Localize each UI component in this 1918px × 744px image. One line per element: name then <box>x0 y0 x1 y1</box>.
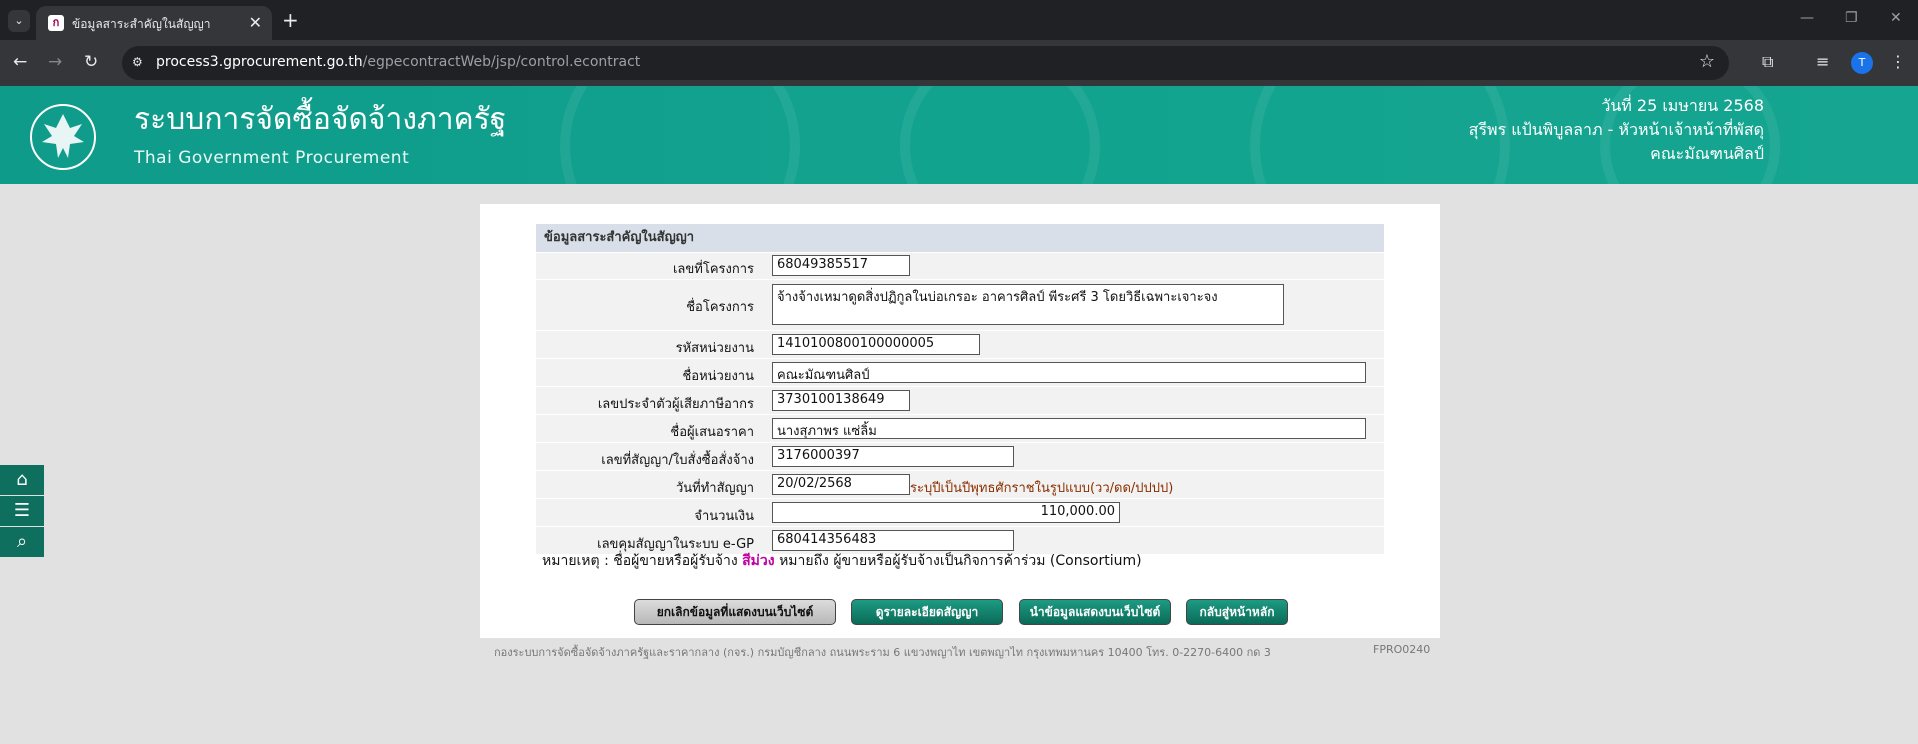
bookmark-star-icon[interactable]: ☆ <box>1699 51 1715 72</box>
field-label: เลขประจำตัวผู้เสียภาษีอากร <box>597 397 754 412</box>
cancel-publish-button[interactable]: ยกเลิกข้อมูลที่แสดงบนเว็บไซต์ <box>634 599 836 625</box>
profile-avatar[interactable]: T <box>1851 52 1873 74</box>
form-row: ชื่อโครงการ จ้างจ้างเหมาดูดสิ่งปฏิกูลในบ… <box>536 279 1384 330</box>
form-row: เลขประจำตัวผู้เสียภาษีอากร 3730100138649 <box>536 386 1384 414</box>
field-label: ชื่อหน่วยงาน <box>682 369 754 384</box>
restore-icon[interactable]: ❐ <box>1845 10 1858 26</box>
url-text[interactable]: process3.gprocurement.go.th/egpecontract… <box>156 54 640 70</box>
contract-info-form: ข้อมูลสาระสำคัญในสัญญา เลขที่โครงการ 680… <box>536 224 1384 554</box>
window-close-icon[interactable]: ✕ <box>1890 10 1902 26</box>
form-row: ชื่อผู้เสนอราคา นางสุภาพร แซ่ลิ้ม <box>536 414 1384 442</box>
media-controls-icon[interactable]: ≡ <box>1816 52 1829 71</box>
browser-tab[interactable]: ก ข้อมูลสาระสำคัญในสัญญา ✕ <box>36 6 272 40</box>
reload-icon[interactable]: ↻ <box>84 52 98 72</box>
site-info-icon[interactable]: ⚙ <box>132 55 148 71</box>
forward-icon[interactable]: → <box>48 52 62 72</box>
contract-number-field[interactable]: 3176000397 <box>772 446 1014 467</box>
view-contract-button[interactable]: ดูรายละเอียดสัญญา <box>851 599 1003 625</box>
more-menu-icon[interactable]: ⋮ <box>1890 52 1906 71</box>
form-row: เลขที่โครงการ 68049385517 <box>536 252 1384 279</box>
form-row: จำนวนเงิน 110,000.00 <box>536 498 1384 526</box>
tab-search-chevron-icon[interactable]: ⌄ <box>8 10 30 32</box>
agency-name-field[interactable]: คณะมัณฑนศิลป์ <box>772 362 1366 383</box>
minimize-icon[interactable]: — <box>1800 10 1814 26</box>
footer-text: กองระบบการจัดซื้อจัดจ้างภาครัฐและราคากลา… <box>494 646 1271 659</box>
form-row: ชื่อหน่วยงาน คณะมัณฑนศิลป์ <box>536 358 1384 386</box>
bidder-name-field[interactable]: นางสุภาพร แซ่ลิ้ม <box>772 418 1366 439</box>
publish-button[interactable]: นำข้อมูลแสดงบนเว็บไซต์ <box>1019 599 1171 625</box>
home-icon[interactable]: ⌂ <box>0 465 44 496</box>
form-row: รหัสหน่วยงาน 1410100800100000005 <box>536 330 1384 358</box>
search-icon[interactable]: ⌕ <box>0 527 44 558</box>
favicon-icon: ก <box>48 15 64 31</box>
address-bar[interactable]: ⚙ process3.gprocurement.go.th/egpecontra… <box>122 46 1729 80</box>
tab-title: ข้อมูลสาระสำคัญในสัญญา <box>72 17 211 31</box>
field-label: เลขที่สัญญา/ใบสั่งซื้อสั่งจ้าง <box>601 453 754 468</box>
form-row: เลขที่สัญญา/ใบสั่งซื้อสั่งจ้าง 317600039… <box>536 442 1384 470</box>
purple-label: สีม่วง <box>742 553 775 569</box>
user-organization: คณะมัณฑนศิลป์ <box>1650 144 1764 163</box>
form-heading: ข้อมูลสาระสำคัญในสัญญา <box>536 224 1384 252</box>
new-tab-icon[interactable]: + <box>282 8 299 32</box>
menu-icon[interactable]: ☰ <box>0 496 44 527</box>
back-home-button[interactable]: กลับสู่หน้าหลัก <box>1186 599 1288 625</box>
contract-date-field[interactable]: 20/02/2568 <box>772 474 910 495</box>
amount-field[interactable]: 110,000.00 <box>772 502 1120 523</box>
field-label: เลขที่โครงการ <box>672 262 754 277</box>
date-format-hint: ระบุปีเป็นปีพุทธศักราชในรูปแบบ(วว/ดด/ปปป… <box>910 481 1174 496</box>
consortium-note: หมายเหตุ : ชื่อผู้ขายหรือผู้รับจ้าง สีม่… <box>542 553 1142 569</box>
comptroller-logo-icon <box>30 104 96 170</box>
browser-toolbar: ← → ↻ ⚙ process3.gprocurement.go.th/egpe… <box>0 40 1918 86</box>
field-label: วันที่ทำสัญญา <box>675 481 754 496</box>
project-number-field[interactable]: 68049385517 <box>772 255 910 276</box>
field-label: รหัสหน่วยงาน <box>675 341 754 356</box>
form-row: วันที่ทำสัญญา 20/02/2568 ระบุปีเป็นปีพุท… <box>536 470 1384 498</box>
site-title: ระบบการจัดซื้อจัดจ้างภาครัฐ <box>134 102 507 137</box>
browser-tab-bar: ⌄ ก ข้อมูลสาระสำคัญในสัญญา ✕ + — ❐ ✕ <box>0 0 1918 40</box>
back-icon[interactable]: ← <box>13 52 27 72</box>
user-name: สุรีพร แป้นพิบูลลาภ - หัวหน้าเจ้าหน้าที่… <box>1468 120 1764 139</box>
field-label: ชื่อโครงการ <box>686 300 754 315</box>
current-date: วันที่ 25 เมษายน 2568 <box>1601 96 1764 115</box>
page-code: FPRO0240 <box>1373 643 1431 656</box>
field-label: ชื่อผู้เสนอราคา <box>670 425 754 440</box>
site-subtitle: Thai Government Procurement <box>134 148 410 168</box>
project-name-textarea[interactable]: จ้างจ้างเหมาดูดสิ่งปฏิกูลในบ่อเกรอะ อาคา… <box>772 284 1284 325</box>
site-header: ระบบการจัดซื้อจัดจ้างภาครัฐ Thai Governm… <box>0 86 1918 184</box>
field-label: จำนวนเงิน <box>694 509 754 524</box>
tab-close-icon[interactable]: ✕ <box>249 13 262 32</box>
agency-code-field[interactable]: 1410100800100000005 <box>772 334 980 355</box>
egp-control-number-field[interactable]: 680414356483 <box>772 530 1014 551</box>
tax-id-field[interactable]: 3730100138649 <box>772 390 910 411</box>
extensions-icon[interactable]: ⧉ <box>1762 52 1773 72</box>
